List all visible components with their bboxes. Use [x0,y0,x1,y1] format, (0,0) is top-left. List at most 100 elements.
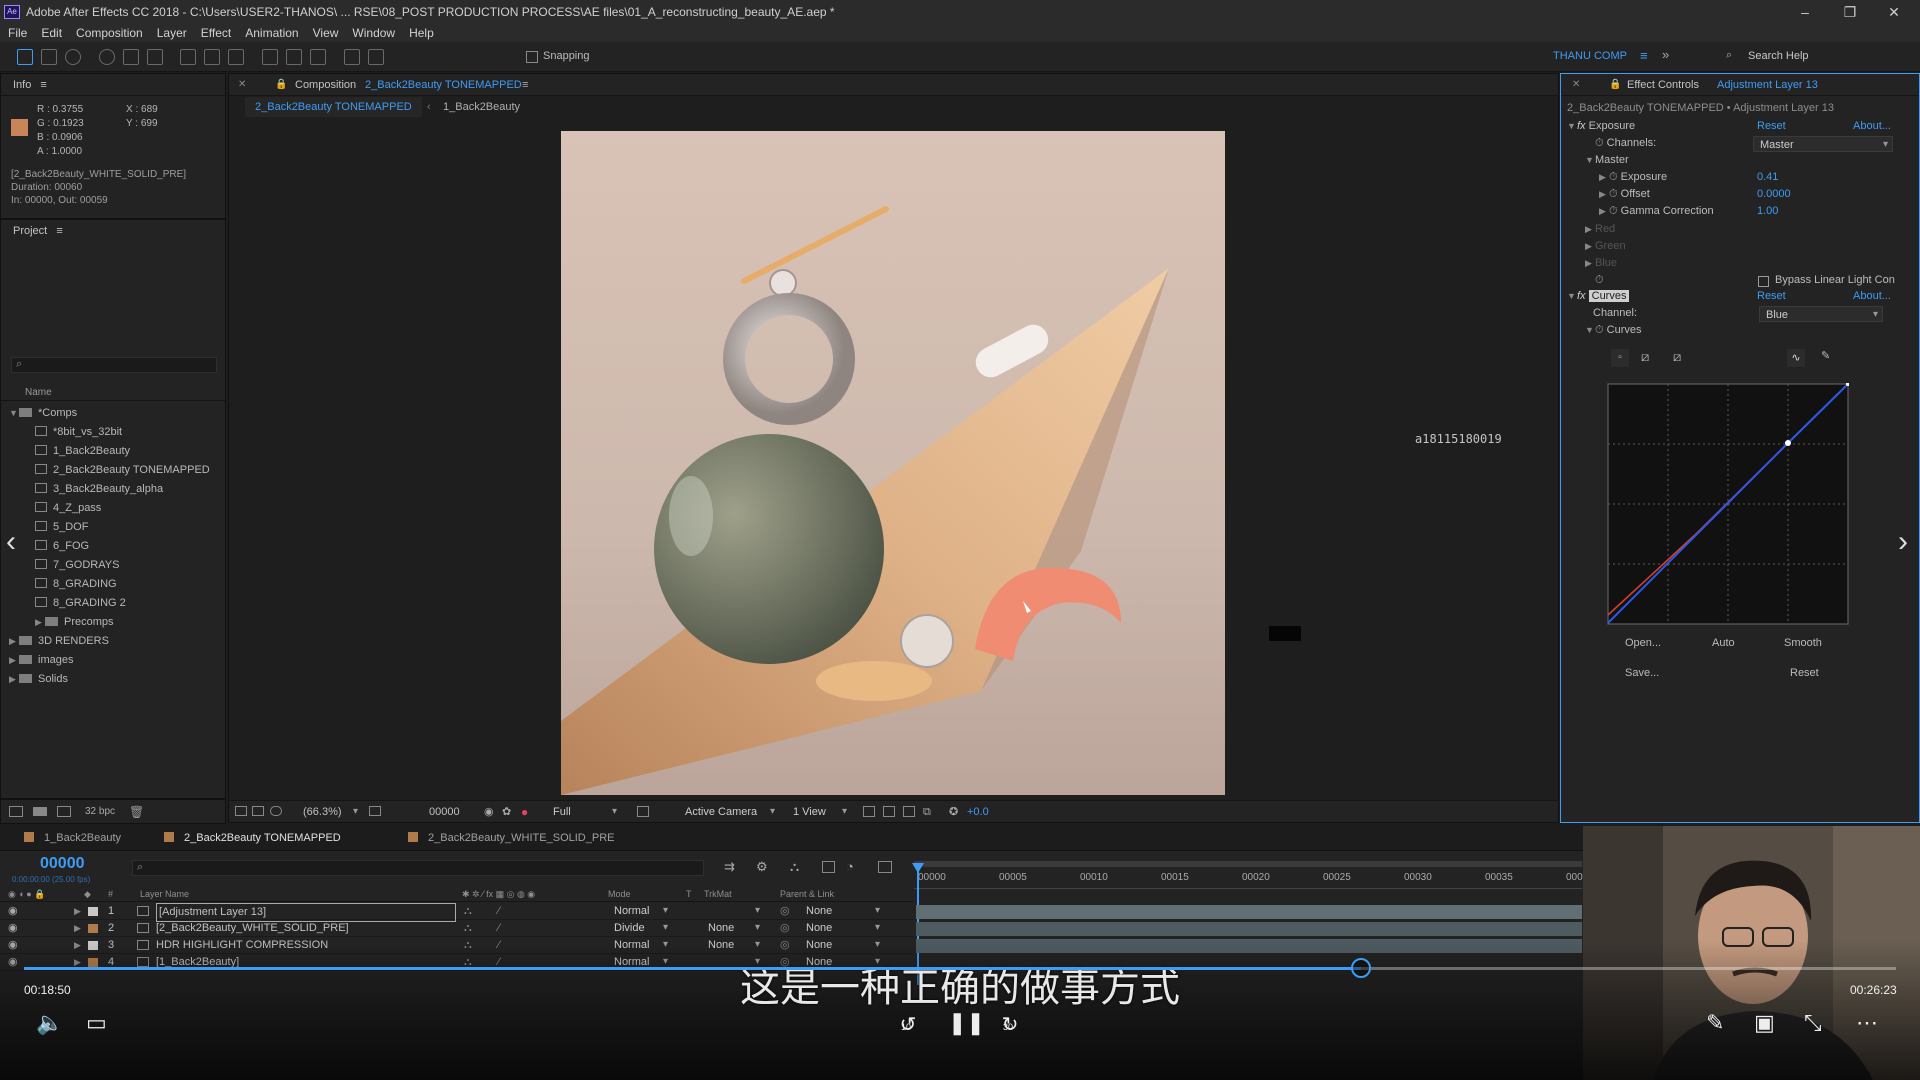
camera-tool-icon[interactable] [123,49,139,65]
snapping-checkbox[interactable] [526,51,538,63]
trash-icon[interactable]: 🗑 [129,805,144,819]
seek-bar-thumb[interactable] [1350,958,1371,978]
restore-icon[interactable]: ❐ [1835,0,1865,24]
rewind-button[interactable]: ↺ 10 [893,1012,923,1042]
curves-reset-curve-button[interactable]: Reset [1790,667,1819,679]
exposure-about-button[interactable]: About... [1853,118,1891,135]
roto-tool-icon[interactable] [344,49,360,65]
bypass-stopwatch-icon[interactable]: ⏱ [1595,274,1604,286]
timeline-timecode[interactable]: 00000 [40,855,85,873]
parent-pickwhip-icon[interactable]: ◎ [780,920,790,937]
pan-behind-tool-icon[interactable] [147,49,163,65]
workspace-label[interactable]: THANU COMP [1553,50,1627,62]
project-comp-item[interactable]: 3_Back2Beauty_alpha [1,480,163,499]
pen-annotate-icon[interactable]: ✎ [1706,1010,1724,1036]
project-comp-item[interactable]: 8_GRADING 2 [1,594,126,613]
eraser-tool-icon[interactable] [310,49,326,65]
roi-icon[interactable] [369,806,381,816]
comp-tab-back2beauty[interactable]: 1_Back2Beauty [443,97,520,117]
previous-arrow-icon[interactable]: ‹ [6,525,16,559]
channel-group-row[interactable]: ▶ Blue [1585,255,1617,272]
exposure-value[interactable]: +0.0 [967,801,989,823]
channels-dropdown[interactable]: Master [1753,136,1893,153]
quality-switch-icon[interactable]: ⁄ [498,903,500,920]
layer-bar-1[interactable] [916,905,1582,919]
more-options-icon[interactable]: ⋯ [1856,1010,1878,1036]
bypass-checkbox[interactable] [1758,276,1769,287]
time-ruler[interactable]: 00000 00005 00010 00015 00020 00025 00030 00035… [914,869,1594,889]
always-preview-icon[interactable] [235,806,247,816]
expand-icon[interactable]: ▶ [9,651,19,670]
quality-switch-icon[interactable]: ⁄ [498,920,500,937]
curve-size-small-icon[interactable]: ▫ [1611,349,1629,367]
resolution-dropdown[interactable]: Full [547,804,621,820]
project-comp-item[interactable]: 8_GRADING [1,575,117,594]
timeline-layer-row[interactable]: ◉ ▶ 2 [2_Back2Beauty_WHITE_SOLID_PRE] ⛬ ⁄ Divi… [0,920,914,937]
effect-controls-layer[interactable]: Adjustment Layer 13 [1717,74,1818,96]
param-value[interactable]: 0.41 [1757,169,1778,186]
comp-tab-tonemapped[interactable]: 2_Back2Beauty TONEMAPPED [245,97,422,117]
project-comp-item[interactable]: 2_Back2Beauty TONEMAPPED [1,461,210,480]
expand-icon[interactable]: ▶ [1585,255,1595,272]
hand-tool-icon[interactable] [41,49,57,65]
layer-label-color[interactable] [88,907,98,916]
brush-tool-icon[interactable] [262,49,278,65]
color-channels-icon[interactable]: ● [521,801,528,823]
project-comp-item[interactable]: 1_Back2Beauty [1,442,130,461]
flowchart-icon[interactable]: ⧉ [923,801,931,823]
trkmat-header[interactable]: TrkMat [704,887,732,902]
playhead-handle-icon[interactable] [912,863,924,873]
menu-help[interactable]: Help [409,26,434,40]
transparency-grid-icon[interactable] [637,806,649,817]
curves-about-button[interactable]: About... [1853,288,1891,305]
channel-group-row[interactable]: ▶ Red [1585,221,1615,238]
captions-icon[interactable]: ▭ [86,1010,107,1036]
motion-blur-icon[interactable]: ◔ [846,859,854,874]
timeline-search-input[interactable]: ⌕ [132,860,704,876]
lock-icon[interactable]: 🔒 [275,74,287,96]
next-arrow-icon[interactable]: › [1898,525,1908,559]
curves-open-button[interactable]: Open... [1625,637,1661,649]
shy-switch-icon[interactable]: ⛬ [464,903,472,920]
selection-tool-icon[interactable] [17,49,33,65]
effect-controls-lock-icon[interactable]: 🔒 [1609,74,1621,96]
mode-dropdown[interactable]: Divide [608,920,672,936]
pause-icon[interactable]: ❚❚ [948,1010,985,1036]
hide-shy-icon[interactable]: ⛬ [790,859,799,875]
curve-size-medium-icon[interactable]: ⧄ [1641,349,1649,365]
search-help-input[interactable]: Search Help [1748,50,1809,62]
zoom-level[interactable]: (66.3%) [303,801,342,823]
menu-file[interactable]: File [8,26,27,40]
project-folder[interactable]: ▶ Precomps [1,613,114,632]
parent-header[interactable]: Parent & Link [780,887,834,902]
curves-reset-button[interactable]: Reset [1757,288,1786,305]
timeline-tab[interactable]: 2_Back2Beauty_WHITE_SOLID_PRE [408,825,614,851]
visibility-icon[interactable]: ◉ [8,920,18,937]
menu-composition[interactable]: Composition [76,26,143,40]
menu-animation[interactable]: Animation [245,26,298,40]
stopwatch-icon[interactable]: ⏱ [1609,188,1618,200]
curves-save-button[interactable]: Save... [1625,667,1659,679]
close-icon[interactable]: ✕ [1879,0,1909,24]
exposure-reset-icon[interactable]: ✪ [949,801,958,823]
expand-icon[interactable]: ▶ [1599,169,1609,186]
expand-icon[interactable]: ▶ [9,670,19,689]
mode-header[interactable]: Mode [608,887,631,902]
menu-layer[interactable]: Layer [157,26,187,40]
visibility-icon[interactable]: ◉ [8,903,18,920]
project-folder[interactable]: ▶ 3D RENDERS [1,632,109,651]
pen-tool-icon[interactable] [204,49,220,65]
work-area-bar[interactable] [914,861,1582,867]
parent-dropdown[interactable]: None [800,920,884,936]
toggle-pixel-aspect-icon[interactable] [863,806,875,817]
trkmat-dropdown[interactable]: None [702,920,764,936]
expand-icon[interactable]: ▶ [1585,238,1595,255]
trkmat-dropdown[interactable] [702,903,764,919]
expand-icon[interactable]: ▶ [1599,186,1609,203]
stopwatch-icon[interactable]: ⏱ [1609,205,1618,217]
project-folder[interactable]: ▼ *Comps [1,404,77,423]
parent-pickwhip-icon[interactable]: ◎ [780,903,790,920]
comp-mini-flowchart-icon[interactable]: ⇉ [724,859,735,875]
exposure-param-row[interactable]: ▶ ⏱ Offset [1599,186,1650,203]
project-comp-item[interactable]: 7_GODRAYS [1,556,119,575]
